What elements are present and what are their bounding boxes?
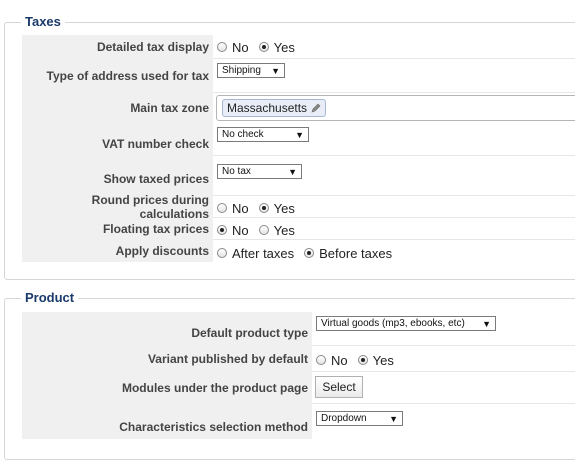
row-vat-check: VAT number check No check ▼ — [22, 123, 575, 156]
floating-tax-prices-yes[interactable]: Yes — [258, 223, 295, 238]
row-variant-published: Variant published by default No Yes — [22, 346, 575, 372]
chevron-down-icon: ▼ — [271, 65, 280, 76]
radio-yes[interactable] — [258, 42, 269, 52]
radio-no[interactable] — [217, 225, 227, 235]
detailed-tax-display-label: Detailed tax display — [22, 35, 213, 59]
address-type-select[interactable]: Shipping ▼ — [217, 63, 285, 78]
apply-discounts-after[interactable]: After taxes — [217, 246, 294, 261]
detailed-tax-display-yes[interactable]: Yes — [258, 40, 295, 55]
select-modules-button[interactable]: Select — [315, 376, 363, 398]
modules-under-page-label: Modules under the product page — [22, 372, 312, 404]
round-prices-label: Round prices during calculations — [22, 193, 213, 221]
taxes-legend: Taxes — [21, 14, 65, 29]
characteristics-method-label: Characteristics selection method — [22, 404, 312, 439]
main-tax-zone-input[interactable]: Massachusetts — [216, 95, 575, 121]
apply-discounts-before[interactable]: Before taxes — [304, 246, 392, 261]
row-default-product-type: Default product type Virtual goods (mp3,… — [22, 312, 575, 346]
variant-published-label: Variant published by default — [22, 346, 312, 372]
radio-no[interactable] — [316, 355, 326, 365]
vat-check-select[interactable]: No check ▼ — [217, 127, 309, 142]
row-characteristics-method: Characteristics selection method Dropdow… — [22, 404, 575, 439]
radio-yes[interactable] — [258, 225, 269, 235]
row-apply-discounts: Apply discounts After taxes Before taxes — [22, 240, 575, 262]
variant-published-radios: No Yes — [316, 346, 404, 374]
detailed-tax-display-radios: No Yes — [217, 35, 305, 59]
row-main-tax-zone: Main tax zone Massachusetts — [22, 93, 575, 123]
floating-tax-prices-label: Floating tax prices — [22, 218, 213, 240]
chevron-down-icon: ▼ — [288, 166, 297, 177]
round-prices-no[interactable]: No — [217, 201, 249, 216]
apply-discounts-radios: After taxes Before taxes — [217, 240, 402, 266]
round-prices-yes[interactable]: Yes — [258, 201, 295, 216]
show-taxed-prices-label: Show taxed prices — [22, 156, 213, 196]
pencil-icon[interactable] — [311, 103, 321, 113]
row-modules-under-page: Modules under the product page Select — [22, 372, 575, 404]
characteristics-method-select[interactable]: Dropdown ▼ — [316, 411, 403, 426]
radio-yes[interactable] — [258, 203, 269, 213]
default-product-type-select[interactable]: Virtual goods (mp3, ebooks, etc) ▼ — [316, 316, 496, 331]
radio-no[interactable] — [217, 203, 227, 213]
radio-yes[interactable] — [357, 355, 368, 365]
show-taxed-prices-select[interactable]: No tax ▼ — [217, 164, 302, 179]
variant-published-no[interactable]: No — [316, 353, 348, 368]
chevron-down-icon: ▼ — [482, 318, 491, 329]
radio-after-taxes[interactable] — [217, 248, 227, 258]
radio-no[interactable] — [217, 42, 227, 52]
row-address-type: Type of address used for tax Shipping ▼ — [22, 59, 575, 93]
chevron-down-icon: ▼ — [295, 129, 304, 140]
vat-check-label: VAT number check — [22, 123, 213, 156]
detailed-tax-display-no[interactable]: No — [217, 40, 249, 55]
chevron-down-icon: ▼ — [389, 413, 398, 424]
default-product-type-label: Default product type — [22, 312, 312, 346]
product-legend: Product — [21, 290, 79, 305]
floating-tax-prices-no[interactable]: No — [217, 223, 249, 238]
address-type-label: Type of address used for tax — [22, 59, 213, 93]
row-round-prices: Round prices during calculations No Yes — [22, 193, 575, 221]
variant-published-yes[interactable]: Yes — [357, 353, 394, 368]
row-detailed-tax-display: Detailed tax display No Yes — [22, 35, 575, 59]
main-tax-zone-label: Main tax zone — [22, 93, 213, 123]
radio-before-taxes[interactable] — [304, 248, 315, 258]
apply-discounts-label: Apply discounts — [22, 240, 213, 262]
tax-zone-tag[interactable]: Massachusetts — [222, 99, 327, 117]
row-floating-tax-prices: Floating tax prices No Yes — [22, 218, 575, 240]
row-show-taxed-prices: Show taxed prices No tax ▼ — [22, 156, 575, 196]
